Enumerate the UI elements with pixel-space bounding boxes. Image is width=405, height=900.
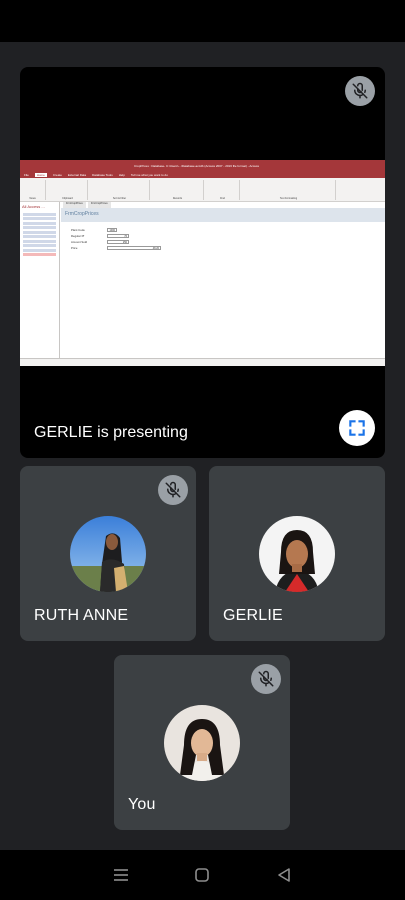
avatar: [164, 705, 240, 781]
shared-field-label: Regular Pf: [71, 234, 85, 238]
shared-ribbon-group-label: Views: [29, 197, 36, 200]
shared-tab: Tell me what you want to do: [130, 173, 168, 177]
shared-nav-item: [23, 212, 56, 216]
shared-nav-pane: All Access ...: [20, 202, 60, 358]
shared-nav-item: [23, 239, 56, 243]
shared-ribbon-group: Clipboard: [52, 180, 88, 200]
shared-nav-item: [23, 248, 56, 252]
shared-screen: CropPrices : Database- C:\Users\...\Data…: [20, 160, 385, 366]
shared-tab: Home: [34, 173, 47, 177]
shared-workspace: All Access ... FrmCropPrices FrmCropPric…: [20, 202, 385, 358]
shared-ribbon-group: Records: [156, 180, 204, 200]
shared-nav-header: All Access ...: [22, 204, 45, 209]
participant-tile-you[interactable]: You: [114, 655, 290, 830]
fullscreen-icon: [349, 420, 365, 436]
status-bar: [0, 0, 405, 42]
shared-form-title: FrmCropPrices: [61, 208, 385, 222]
shared-field-value: 1000: [107, 228, 117, 232]
shared-nav-item: [23, 244, 56, 247]
shared-tab: Create: [52, 173, 62, 177]
participant-tile-ruth-anne[interactable]: RUTH ANNE: [20, 466, 196, 641]
shared-field: Plant Code 1000: [71, 228, 117, 232]
back-button[interactable]: [272, 863, 296, 887]
home-icon: [195, 868, 210, 882]
shared-ribbon-group-label: Sort & Filter: [112, 197, 127, 200]
shared-field-value: 76: [107, 234, 129, 238]
participant-tile-gerlie[interactable]: GERLIE: [209, 466, 385, 641]
presenter-label: GERLIE is presenting: [34, 424, 188, 441]
shared-ribbon-group-label: Find: [220, 197, 225, 200]
shared-tab: Database Tools: [92, 173, 113, 177]
shared-tab: Help: [118, 173, 125, 177]
shared-field: Price 48.20: [71, 246, 161, 250]
presentation-tile[interactable]: CropPrices : Database- C:\Users\...\Data…: [20, 67, 385, 458]
shared-nav-item: [23, 217, 56, 220]
shared-form-tab: FrmCropPrices: [87, 202, 111, 208]
shared-ribbon-group-label: Clipboard: [62, 197, 73, 200]
shared-nav-item-selected: [23, 253, 56, 256]
participant-name: You: [128, 796, 156, 813]
mic-off-icon: [158, 475, 188, 505]
fullscreen-button[interactable]: [339, 410, 375, 446]
avatar: [70, 516, 146, 592]
shared-nav-item: [23, 230, 56, 234]
shared-window-title: CropPrices : Database- C:\Users\...\Data…: [134, 164, 260, 168]
shared-window-titlebar: CropPrices : Database- C:\Users\...\Data…: [20, 160, 385, 172]
system-nav-bar: [0, 850, 405, 900]
shared-ribbon-group: Find: [210, 180, 240, 200]
shared-field: Regular Pf 76: [71, 234, 129, 238]
recent-apps-icon: [113, 869, 128, 881]
participant-name: GERLIE: [223, 607, 283, 624]
shared-nav-item: [23, 221, 56, 225]
shared-ribbon-group-label: Text Formatting: [279, 197, 298, 200]
shared-ribbon-group: Sort & Filter: [94, 180, 150, 200]
shared-ribbon-group-label: Records: [172, 197, 183, 200]
shared-field: Amount Sold 250: [71, 240, 129, 244]
shared-ribbon-group: Text Formatting: [246, 180, 336, 200]
mic-off-icon: [345, 76, 375, 106]
shared-form-tab: FrmCropPrices: [63, 202, 86, 208]
shared-field-label: Price: [71, 246, 78, 250]
shared-ribbon: Views Clipboard Sort & Filter Records Fi…: [20, 178, 385, 202]
home-button[interactable]: [190, 863, 214, 887]
recent-apps-button[interactable]: [109, 863, 133, 887]
shared-field-label: Amount Sold: [71, 240, 88, 244]
shared-field-label: Plant Code: [71, 228, 85, 232]
back-icon: [278, 868, 290, 882]
shared-tab: External Data: [67, 173, 87, 177]
avatar: [259, 516, 335, 592]
shared-ribbon-group: Views: [24, 180, 46, 200]
participant-name: RUTH ANNE: [34, 607, 129, 624]
shared-field-value: 48.20: [107, 246, 161, 250]
shared-form: FrmCropPrices FrmCropPrices FrmCropPrice…: [61, 202, 385, 358]
shared-status-bar: [20, 358, 385, 366]
shared-nav-item: [23, 226, 56, 229]
mic-off-icon: [251, 664, 281, 694]
shared-tab: File: [24, 173, 29, 177]
shared-nav-item: [23, 235, 56, 238]
shared-field-value: 250: [107, 240, 129, 244]
